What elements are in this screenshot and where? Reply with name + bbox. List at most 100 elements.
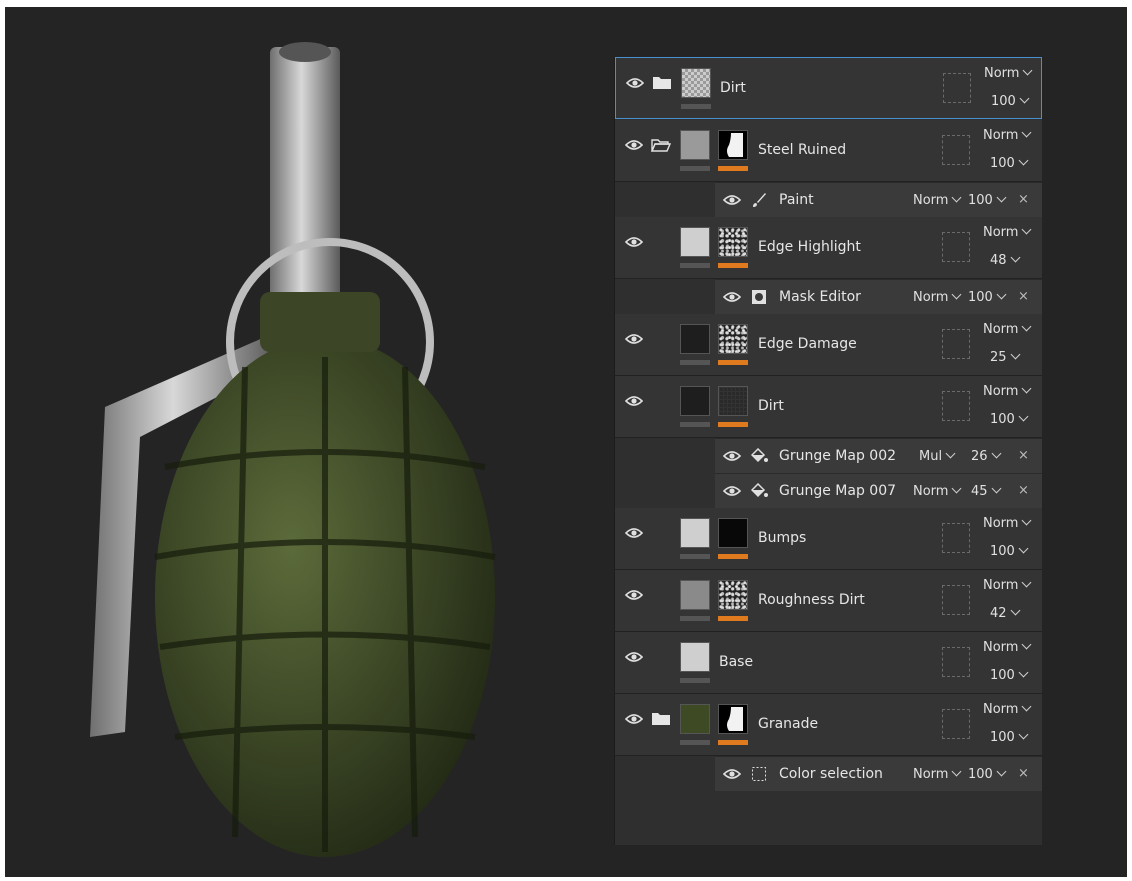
eye-icon[interactable] [723,768,741,780]
close-icon[interactable]: × [1018,289,1029,304]
close-icon[interactable]: × [1018,192,1029,207]
effect-row-2-0[interactable]: Mask Editor Norm 100 × [715,279,1042,314]
eye-icon[interactable] [625,713,643,725]
layer-mask-thumbnail[interactable] [718,324,748,354]
chevron-down-icon [996,192,1007,203]
layer-mask-slot [942,329,970,359]
close-icon[interactable]: × [1018,448,1029,463]
blend-mode-dropdown[interactable]: Norm [983,224,1032,240]
opacity-dropdown[interactable]: 42 [990,605,1020,621]
layer-row-7[interactable]: Base Norm 100 [615,632,1042,694]
chevron-down-icon [945,448,956,459]
layer-row-2[interactable]: Edge Highlight Norm 48 [615,217,1042,279]
opacity-dropdown[interactable]: 100 [990,543,1029,559]
layer-row-0[interactable]: Dirt Norm 100 [615,57,1042,119]
opacity-dropdown[interactable]: 25 [990,349,1020,365]
effect-row-8-0[interactable]: Color selection Norm 100 × [715,756,1042,791]
layer-thumbnail[interactable] [680,227,710,257]
layer-thumbnail[interactable] [680,580,710,610]
effect-opacity-dropdown[interactable]: 100 [968,766,1007,782]
layer-mask-thumbnail[interactable] [718,580,748,610]
blend-mode-dropdown[interactable]: Norm [983,639,1032,655]
effect-blend-dropdown[interactable]: Norm [913,192,962,208]
opacity-dropdown[interactable]: 100 [991,93,1030,109]
layer-row-8[interactable]: Granade Norm 100 [615,694,1042,756]
app-canvas: Dirt Norm 100 Steel Ruined Norm 100 Paint Norm 1… [5,7,1127,877]
blend-mode-value: Norm [983,640,1019,655]
layer-mask-slot [942,391,970,421]
layer-thumbnail[interactable] [681,68,711,98]
eye-icon[interactable] [625,139,643,151]
blend-mode-dropdown[interactable]: Norm [983,701,1032,717]
effect-opacity-dropdown[interactable]: 100 [968,192,1007,208]
layer-thumbnail[interactable] [680,704,710,734]
eye-icon[interactable] [723,291,741,303]
layer-row-3[interactable]: Edge Damage Norm 25 [615,314,1042,376]
blend-mode-value: Norm [983,225,1019,240]
opacity-value: 100 [990,544,1015,559]
close-icon[interactable]: × [1018,766,1029,781]
opacity-dropdown[interactable]: 100 [990,411,1029,427]
layer-row-5[interactable]: Bumps Norm 100 [615,508,1042,570]
chevron-down-icon [1022,127,1032,138]
eye-icon[interactable] [625,651,643,663]
effect-name: Color selection [779,766,883,782]
layer-mask-slot [942,523,970,553]
eye-icon[interactable] [723,194,741,206]
layer-thumbnail[interactable] [680,386,710,416]
layer-thumbnail[interactable] [680,518,710,548]
opacity-dropdown[interactable]: 100 [990,155,1029,171]
layer-thumbnail[interactable] [680,130,710,160]
effect-opacity-dropdown[interactable]: 26 [971,448,1001,464]
opacity-value: 100 [968,767,993,782]
layer-mask-thumbnail[interactable] [718,518,748,548]
chevron-down-icon [1022,701,1032,712]
layer-name: Edge Damage [758,336,857,352]
opacity-dropdown[interactable]: 48 [990,252,1020,268]
eye-icon[interactable] [625,589,643,601]
eye-icon[interactable] [723,450,741,462]
opacity-dropdown[interactable]: 100 [990,729,1029,745]
eye-icon[interactable] [625,395,643,407]
eye-icon[interactable] [625,333,643,345]
effect-blend-dropdown[interactable]: Norm [913,483,962,499]
effect-row-4-1[interactable]: Grunge Map 007 Norm 45 × [715,473,1042,508]
layer-mask-thumbnail[interactable] [718,704,748,734]
layer-row-1[interactable]: Steel Ruined Norm 100 [615,120,1042,182]
effect-blend-dropdown[interactable]: Norm [913,289,962,305]
chevron-down-icon [952,766,962,777]
eye-icon[interactable] [626,77,644,89]
blend-mode-dropdown[interactable]: Norm [984,65,1033,81]
effect-row-1-0[interactable]: Paint Norm 100 × [715,182,1042,217]
layer-row-4[interactable]: Dirt Norm 100 [615,376,1042,438]
layer-mask-thumbnail[interactable] [718,386,748,416]
layer-thumbnail[interactable] [680,324,710,354]
thumbnail-bar [680,616,710,621]
blend-mode-dropdown[interactable]: Norm [983,127,1032,143]
layer-mask-thumbnail[interactable] [718,130,748,160]
effect-blend-dropdown[interactable]: Norm [913,766,962,782]
blend-mode-value: Norm [983,578,1019,593]
layer-row-6[interactable]: Roughness Dirt Norm 42 [615,570,1042,632]
selection-icon [751,766,767,786]
eye-icon[interactable] [625,527,643,539]
effect-opacity-dropdown[interactable]: 45 [971,483,1001,499]
chevron-down-icon [1010,252,1020,263]
blend-mode-dropdown[interactable]: Norm [983,577,1032,593]
blend-mode-dropdown[interactable]: Norm [983,515,1032,531]
layer-thumbnail[interactable] [680,642,710,672]
blend-mode-dropdown[interactable]: Norm [983,321,1032,337]
eye-icon[interactable] [625,236,643,248]
brush-icon [751,192,767,212]
chevron-down-icon [1022,224,1032,235]
eye-icon[interactable] [723,485,741,497]
effect-opacity-dropdown[interactable]: 100 [968,289,1007,305]
viewport-grenade-render[interactable] [65,37,545,877]
layer-mask-thumbnail[interactable] [718,227,748,257]
effect-row-4-0[interactable]: Grunge Map 002 Mul 26 × [715,438,1042,473]
effect-blend-dropdown[interactable]: Mul [919,448,956,464]
chevron-down-icon [1018,667,1029,678]
blend-mode-dropdown[interactable]: Norm [983,383,1032,399]
close-icon[interactable]: × [1018,483,1029,498]
opacity-dropdown[interactable]: 100 [990,667,1029,683]
